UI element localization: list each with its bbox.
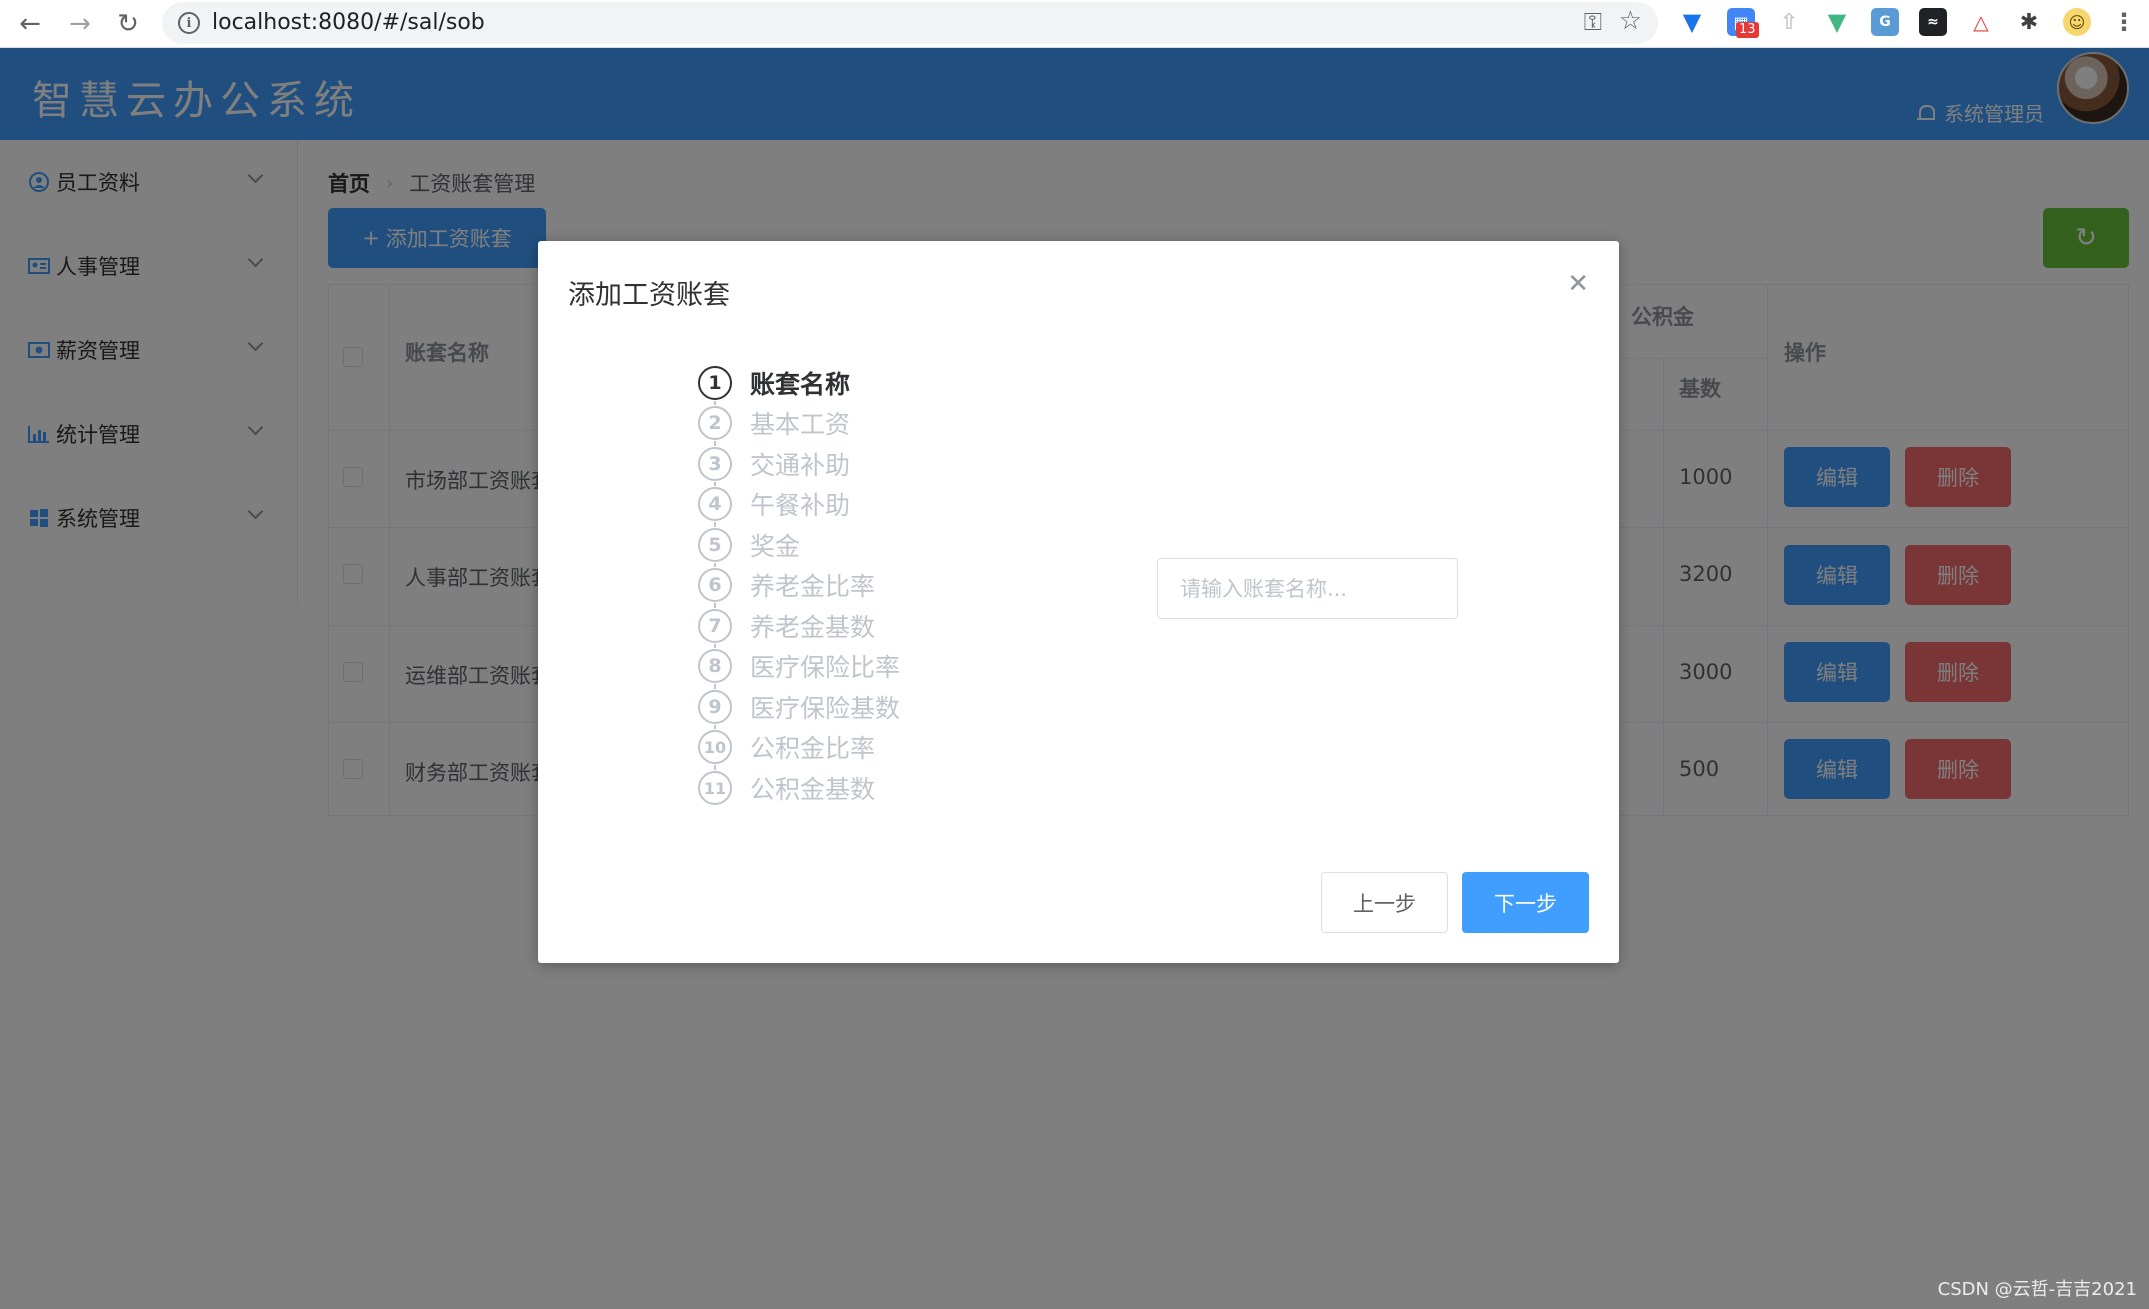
extension-badge: 13 [1736, 22, 1759, 38]
step-2: 2 基本工资 [698, 405, 850, 441]
step-title: 医疗保险比率 [750, 653, 901, 682]
address-bar[interactable]: i localhost:8080/#/sal/sob ⚿ ☆ [162, 2, 1658, 44]
extension-tree-icon[interactable]: △ [1967, 8, 1995, 36]
step-number: 5 [698, 528, 732, 562]
browser-toolbar: ← → ↻ i localhost:8080/#/sal/sob ⚿ ☆ ▼ ▦… [0, 0, 2149, 48]
step-11: 11 公积金基数 [698, 770, 875, 806]
browser-menu-icon[interactable]: ⋮ [2110, 8, 2138, 36]
extensions-puzzle-icon[interactable]: ✱ [2015, 8, 2043, 36]
step-title: 交通补助 [750, 451, 851, 480]
app-root: 智慧云办公系统 系统管理员 员工资料 人事管理 薪资管理 [0, 48, 2149, 1309]
step-number: 8 [698, 649, 732, 683]
step-number: 3 [698, 447, 732, 481]
step-title: 公积金比率 [750, 734, 876, 763]
step-title: 公积金基数 [750, 775, 876, 804]
url-text[interactable]: localhost:8080/#/sal/sob [212, 10, 485, 35]
step-number: 4 [698, 487, 732, 521]
step-3: 3 交通补助 [698, 446, 850, 482]
reload-icon[interactable]: ↻ [110, 6, 146, 42]
step-title: 账套名称 [750, 370, 851, 399]
watermark: CSDN @云哲-吉吉2021 [1937, 1279, 2137, 1300]
step-5: 5 奖金 [698, 527, 800, 563]
vue-devtools-icon[interactable]: ▼ [1823, 8, 1851, 36]
bookmark-star-icon[interactable]: ☆ [1619, 6, 1642, 36]
prev-step-button[interactable]: 上一步 [1321, 872, 1448, 933]
step-number: 10 [698, 730, 732, 764]
step-1: 1 账套名称 [698, 365, 850, 401]
extension-arrow-icon[interactable]: ⇧ [1775, 8, 1803, 36]
step-title: 午餐补助 [750, 491, 851, 520]
add-salary-set-dialog: 添加工资账套 ✕ 1 账套名称 2 基本工资 3 交通补助 4 午餐补助 5 奖… [538, 241, 1619, 963]
step-number: 11 [698, 771, 732, 805]
close-icon[interactable]: ✕ [1567, 269, 1589, 299]
site-info-icon[interactable]: i [178, 12, 200, 34]
step-title: 基本工资 [750, 410, 851, 439]
salary-set-name-input[interactable] [1157, 558, 1458, 619]
translate-icon[interactable]: G [1871, 8, 1899, 36]
step-number: 9 [698, 690, 732, 724]
dialog-title: 添加工资账套 [568, 280, 730, 311]
back-icon[interactable]: ← [12, 6, 48, 42]
step-title: 养老金基数 [750, 613, 876, 642]
next-step-button[interactable]: 下一步 [1462, 872, 1589, 933]
step-7: 7 养老金基数 [698, 608, 875, 644]
step-title: 医疗保险基数 [750, 694, 901, 723]
step-10: 10 公积金比率 [698, 729, 875, 765]
step-6: 6 养老金比率 [698, 567, 875, 603]
forward-icon[interactable]: → [62, 6, 98, 42]
profile-icon[interactable]: ☺ [2063, 8, 2091, 36]
extension-v-icon[interactable]: ▼ [1678, 8, 1706, 36]
step-8: 8 医疗保险比率 [698, 648, 900, 684]
step-number: 2 [698, 406, 732, 440]
extension-dark-icon[interactable]: ≈ [1919, 8, 1947, 36]
step-title: 奖金 [750, 532, 801, 561]
step-number: 1 [698, 366, 732, 400]
step-4: 4 午餐补助 [698, 486, 850, 522]
step-number: 7 [698, 609, 732, 643]
password-key-icon[interactable]: ⚿ [1584, 8, 1602, 36]
step-number: 6 [698, 568, 732, 602]
step-title: 养老金比率 [750, 572, 876, 601]
step-9: 9 医疗保险基数 [698, 689, 900, 725]
